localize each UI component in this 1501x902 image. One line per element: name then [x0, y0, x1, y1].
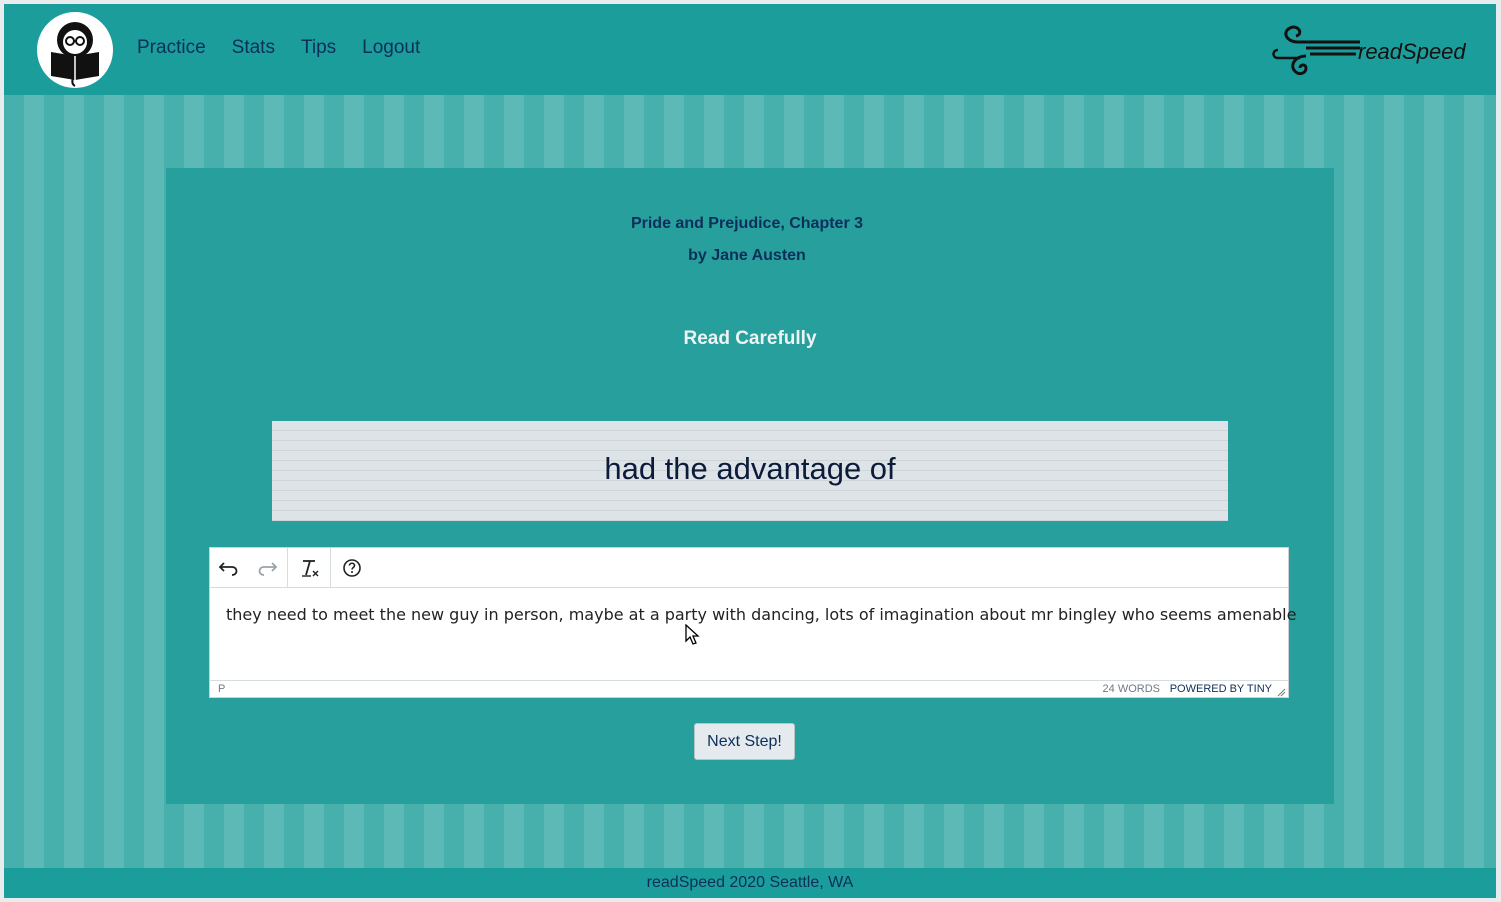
redo-icon — [258, 562, 278, 576]
footer-text: readSpeed 2020 Seattle, WA — [646, 874, 854, 891]
book-title: Pride and Prejudice, Chapter 3 — [630, 215, 864, 232]
element-path[interactable]: P — [218, 683, 225, 695]
nav-stats-link[interactable]: Stats — [232, 37, 275, 59]
help-button[interactable] — [339, 555, 367, 581]
summary-editor[interactable]: they need to meet the new guy in person,… — [209, 547, 1296, 698]
editor-statusbar: P 24 WORDS POWERED BY TINY — [210, 680, 1288, 698]
editor-text[interactable]: they need to meet the new guy in person,… — [226, 605, 1296, 624]
help-icon — [343, 559, 361, 577]
editor-toolbar — [210, 548, 1288, 588]
top-navbar: Practice Stats Tips Logout readSpeed — [4, 4, 1496, 95]
undo-icon — [218, 562, 238, 576]
mouse-pointer-icon — [685, 624, 700, 645]
instruction-heading: Read Carefully — [683, 328, 817, 349]
clear-formatting-button[interactable] — [295, 555, 323, 581]
brand-logo[interactable]: readSpeed — [1270, 20, 1480, 80]
reading-text: had the advantage of — [604, 451, 896, 486]
practice-panel: Pride and Prejudice, Chapter 3 by Jane A… — [166, 168, 1334, 804]
clear-formatting-icon — [302, 560, 319, 577]
nav-logout-link[interactable]: Logout — [362, 37, 420, 59]
undo-button[interactable] — [216, 555, 244, 581]
nav-links: Practice Stats Tips Logout — [137, 37, 420, 59]
brand-name: readSpeed — [1358, 39, 1466, 64]
nav-practice-link[interactable]: Practice — [137, 37, 206, 59]
book-author: by Jane Austen — [688, 247, 806, 264]
reading-display: had the advantage of — [272, 421, 1228, 521]
word-count: 24 WORDS — [1102, 683, 1160, 695]
page-frame: Practice Stats Tips Logout readSpeed Pri… — [4, 4, 1496, 898]
resize-handle-icon[interactable] — [1276, 687, 1286, 697]
wind-icon — [1272, 25, 1360, 76]
toolbar-separator — [287, 548, 288, 587]
footer: readSpeed 2020 Seattle, WA — [4, 868, 1496, 898]
nav-tips-link[interactable]: Tips — [301, 37, 336, 59]
next-step-button[interactable]: Next Step! — [694, 723, 795, 760]
powered-by-link[interactable]: POWERED BY TINY — [1170, 683, 1272, 695]
toolbar-separator — [330, 548, 331, 587]
reader-logo-icon — [51, 22, 99, 87]
avatar[interactable] — [37, 12, 113, 88]
redo-button[interactable] — [252, 555, 280, 581]
